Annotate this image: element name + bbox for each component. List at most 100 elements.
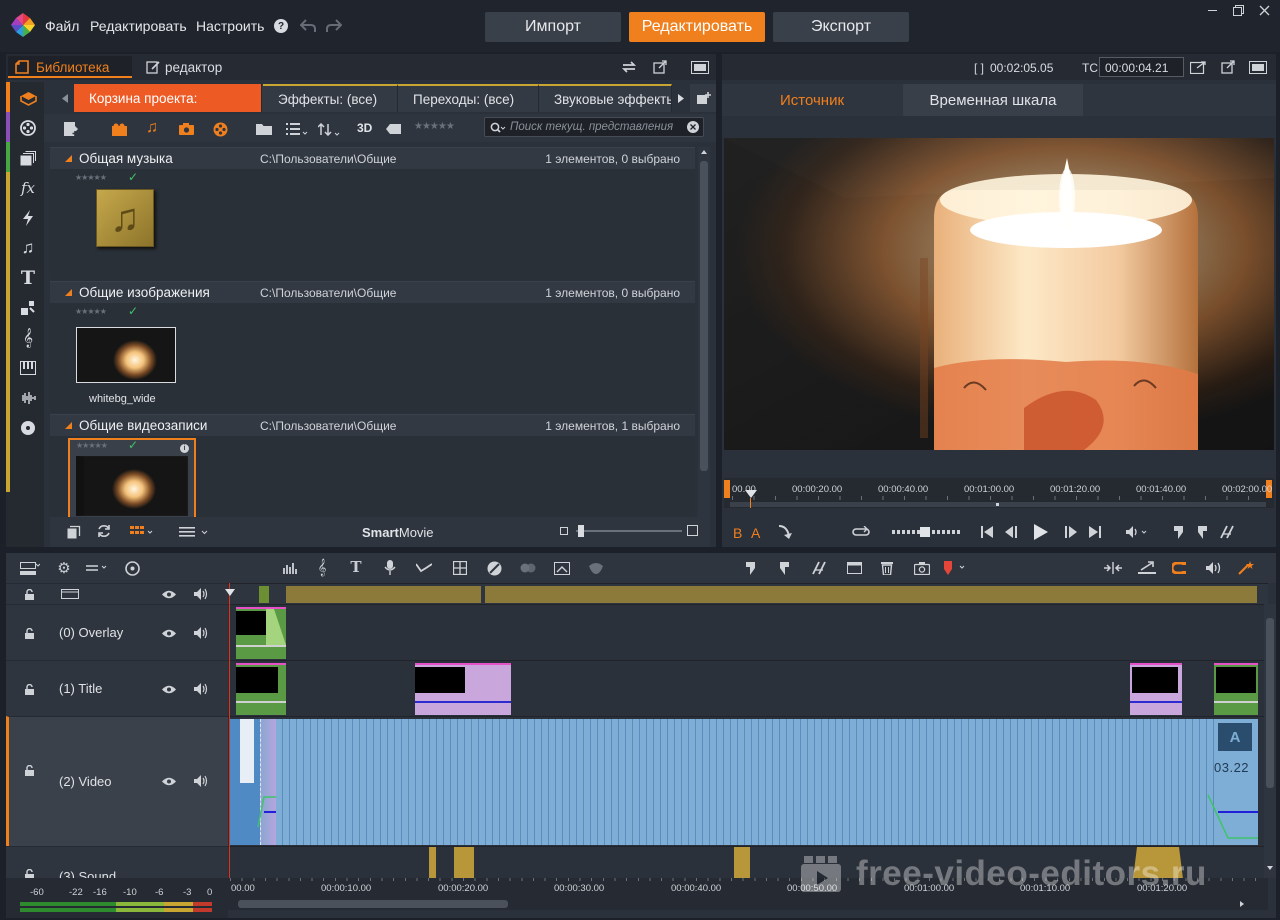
scorefitter-tool-icon[interactable]: 𝄞: [312, 558, 332, 576]
mark-in-icon[interactable]: [1170, 523, 1186, 541]
multicam-icon[interactable]: [450, 559, 470, 577]
waveform-icon[interactable]: [18, 388, 38, 408]
maximize-panel-icon[interactable]: [690, 59, 710, 75]
marker-in-icon[interactable]: [742, 559, 758, 577]
tabs-scroll-left-icon[interactable]: [56, 84, 74, 112]
track-name[interactable]: (0) Overlay: [59, 625, 123, 640]
scrub-bar[interactable]: [730, 502, 1266, 507]
menu-settings[interactable]: Настроить: [196, 18, 264, 34]
folder-icon[interactable]: [255, 120, 273, 138]
toggle-3d-button[interactable]: 3D: [357, 121, 372, 135]
refresh-icon[interactable]: [95, 523, 113, 539]
filter-project-icon[interactable]: [211, 120, 229, 138]
track-name[interactable]: (3) Sound: [59, 869, 116, 878]
undo-icon[interactable]: [300, 18, 316, 34]
smartmovie-button[interactable]: SmartMovie: [362, 525, 434, 540]
scorefitter-icon[interactable]: 𝄞: [18, 328, 38, 348]
title-clip[interactable]: [1130, 663, 1182, 715]
project-bin-icon[interactable]: [18, 88, 38, 108]
search-box[interactable]: Поиск текущ. представления: [484, 117, 704, 137]
motion-tracking-icon[interactable]: [518, 559, 538, 577]
play-icon[interactable]: [1030, 521, 1052, 543]
audio-mixer-icon[interactable]: [280, 559, 300, 577]
sound-clip[interactable]: [429, 847, 436, 879]
hscroll-thumb[interactable]: [238, 900, 508, 908]
montage-icon[interactable]: [18, 298, 38, 318]
video-preview-frame[interactable]: [724, 138, 1274, 450]
timeline-settings-icon[interactable]: ⚙: [54, 559, 74, 577]
timeline-view-icon[interactable]: [18, 559, 42, 577]
track-name[interactable]: (1) Title: [59, 681, 102, 696]
marker-out-icon[interactable]: [776, 559, 792, 577]
timeline-playhead-head[interactable]: [225, 589, 235, 596]
eye-icon[interactable]: [160, 626, 178, 640]
effects-fx-icon[interactable]: fx: [18, 178, 38, 198]
title-clip[interactable]: [1214, 663, 1258, 715]
speaker-icon[interactable]: [192, 626, 210, 640]
thumb-size-large-icon[interactable]: [687, 525, 698, 536]
title-tool-icon[interactable]: T: [346, 558, 366, 576]
scroll-thumb[interactable]: [700, 161, 708, 471]
redo-icon[interactable]: [326, 18, 342, 34]
timeline-playhead[interactable]: [229, 583, 230, 898]
step-forward-icon[interactable]: [1062, 523, 1080, 541]
delete-trash-icon[interactable]: [878, 559, 896, 577]
lock-icon[interactable]: [22, 867, 36, 878]
speaker-icon[interactable]: [192, 774, 210, 788]
editor-tab[interactable]: редактор: [144, 56, 254, 78]
mode-edit-button[interactable]: Редактировать: [629, 12, 765, 42]
source-ruler[interactable]: 00.00 00:00:20.00 00:00:40.00 00:01:00.0…: [724, 478, 1274, 508]
title-lane[interactable]: [228, 660, 1268, 716]
info-icon[interactable]: i: [180, 444, 189, 453]
tab-sound-effects[interactable]: Звуковые эффекты: [539, 84, 672, 112]
video-lane[interactable]: A 03.22: [228, 716, 1268, 846]
title-clip[interactable]: [415, 663, 511, 715]
piano-icon[interactable]: [18, 358, 38, 378]
item-rating-stars[interactable]: ★★★★★: [75, 307, 107, 316]
timeline-scrollbar[interactable]: [1264, 604, 1276, 878]
go-to-start-icon[interactable]: [978, 523, 996, 541]
undock-preview-icon[interactable]: [1218, 58, 1238, 76]
tabs-scroll-right-icon[interactable]: [672, 84, 690, 112]
tab-source[interactable]: Источник: [722, 84, 902, 116]
library-scrollbar[interactable]: [698, 147, 710, 517]
tag-icon[interactable]: [384, 120, 402, 138]
thumb-size-slider-handle[interactable]: [578, 525, 584, 537]
track-name[interactable]: (2) Video: [59, 774, 112, 789]
minimize-icon[interactable]: [1204, 2, 1220, 18]
collapse-triangle-icon[interactable]: [64, 154, 72, 162]
image-thumbnail[interactable]: [76, 327, 176, 383]
track-height-icon[interactable]: [84, 559, 112, 577]
eye-icon[interactable]: [160, 587, 178, 601]
group-header-images[interactable]: Общие изображения C:\Пользователи\Общие …: [50, 281, 695, 303]
mode-export-button[interactable]: Экспорт: [773, 12, 909, 42]
add-to-collection-icon[interactable]: [62, 120, 82, 138]
sound-clip[interactable]: [454, 847, 474, 879]
transitions-icon[interactable]: [18, 208, 38, 228]
tab-effects[interactable]: Эффекты: (все): [263, 84, 398, 112]
eye-icon[interactable]: [160, 682, 178, 696]
filter-photo-icon[interactable]: [177, 120, 195, 138]
color-grading-icon[interactable]: [484, 559, 504, 577]
item-rating-stars[interactable]: ★★★★★: [75, 173, 107, 182]
filter-video-icon[interactable]: [110, 120, 128, 138]
thumb-size-slider[interactable]: [576, 525, 682, 537]
tab-transitions[interactable]: Переходы: (все): [398, 84, 539, 112]
menu-edit[interactable]: Редактировать: [90, 18, 187, 34]
sound-clip[interactable]: [734, 847, 750, 879]
external-display-icon[interactable]: [1188, 58, 1208, 76]
snapshot-camera-icon[interactable]: [912, 559, 932, 577]
mask-icon[interactable]: [586, 559, 606, 577]
disc-menu-icon[interactable]: [122, 559, 142, 577]
storyboard-icon[interactable]: [844, 559, 864, 577]
title-text-icon[interactable]: T: [18, 267, 38, 289]
music-thumbnail[interactable]: ♫: [96, 189, 154, 247]
scroll-thumb[interactable]: [1266, 618, 1274, 788]
swap-panels-icon[interactable]: [620, 58, 638, 76]
help-icon[interactable]: ?: [274, 19, 288, 33]
storyboard-track-icon[interactable]: [60, 587, 80, 601]
send-to-timeline-icon[interactable]: [775, 522, 795, 542]
audio-scrub-icon[interactable]: [1204, 559, 1226, 577]
speaker-icon[interactable]: [192, 682, 210, 696]
group-header-videos[interactable]: Общие видеозаписи C:\Пользователи\Общие …: [50, 414, 695, 436]
